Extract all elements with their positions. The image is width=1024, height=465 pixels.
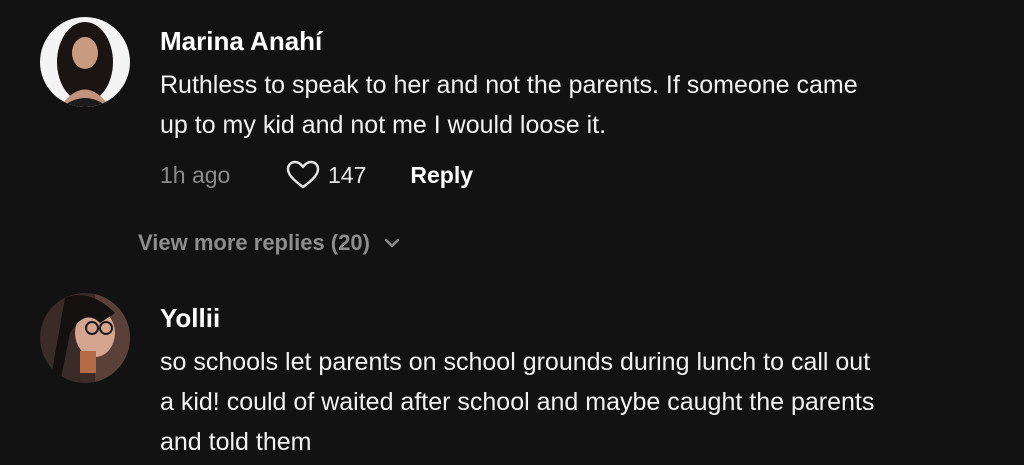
user-avatar-photo [40, 17, 130, 107]
like-button[interactable]: 147 [286, 160, 366, 190]
like-count: 147 [328, 161, 367, 188]
view-more-replies-button[interactable]: View more replies (20) [138, 230, 402, 256]
reply-button[interactable]: Reply [410, 162, 473, 189]
avatar[interactable] [40, 293, 130, 383]
user-avatar-photo [40, 293, 130, 383]
comment-text-line: Ruthless to speak to her and not the par… [160, 71, 858, 99]
username[interactable]: Yollii [160, 303, 220, 334]
chevron-down-icon [384, 238, 400, 248]
username[interactable]: Marina Anahí [160, 26, 322, 57]
comment-text-line: so schools let parents on school grounds… [160, 348, 871, 376]
comment-text-line: up to my kid and not me I would loose it… [160, 111, 607, 139]
comment-text-line: a kid! could of waited after school and … [160, 388, 875, 416]
comment-text: Ruthless to speak to her and not the par… [160, 65, 1020, 145]
heart-icon [286, 160, 320, 189]
avatar[interactable] [40, 17, 130, 107]
view-more-label: View more replies (20) [138, 230, 370, 255]
timestamp: 1h ago [160, 161, 231, 188]
comment-text: so schools let parents on school grounds… [160, 342, 1020, 462]
comment-meta: 1h ago 147 Reply [160, 160, 473, 190]
comment-text-line: and told them [160, 428, 312, 456]
